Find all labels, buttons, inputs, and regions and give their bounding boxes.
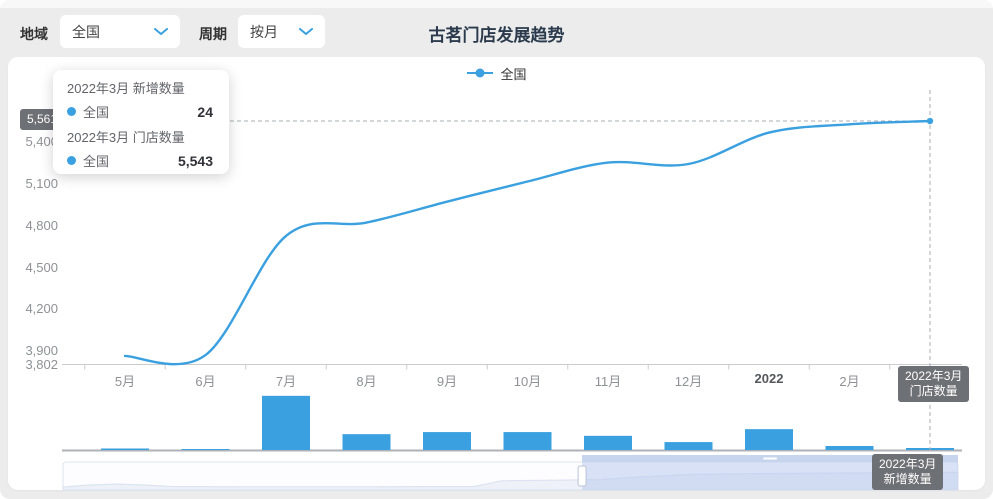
- tooltip-section1-title: 2022年3月 新增数量: [67, 81, 213, 97]
- x-axis-pointer-badge-line: 2022年3月 门店数量: [898, 366, 969, 402]
- y-axis-label: 4,800: [14, 218, 58, 233]
- legend-line-marker-icon: [466, 65, 494, 83]
- badge-line-2: 门店数量: [905, 384, 962, 399]
- x-axis-label: 12月: [657, 371, 721, 390]
- tooltip-series-name: 全国: [83, 151, 109, 170]
- y-axis-label: 4,500: [14, 260, 58, 275]
- window-chrome: [0, 0, 993, 8]
- tooltip-value-new: 24: [197, 104, 213, 120]
- page-title: 古茗门店发展趋势: [0, 21, 993, 46]
- x-axis-label: 8月: [335, 371, 399, 390]
- x-axis-label: 9月: [415, 371, 479, 390]
- y-axis-label: 3,802: [14, 357, 58, 372]
- y-axis-label: 5,100: [14, 176, 58, 191]
- x-axis-pointer-badge-bar: 2022年3月 新增数量: [872, 454, 943, 490]
- dashboard: 地域 全国 周期 按月 古茗门店发展趋势 全国 3,8023,9004,2004…: [0, 0, 993, 499]
- legend-label: 全国: [500, 64, 526, 83]
- x-axis-label: 5月: [93, 371, 157, 390]
- y-axis-label: 4,200: [14, 301, 58, 316]
- x-axis-label: 2月: [818, 371, 882, 390]
- x-axis-label: 6月: [174, 371, 238, 390]
- series-dot-icon: [67, 107, 76, 116]
- badge-line-1: 2022年3月: [879, 457, 936, 472]
- x-axis-label: 2022: [737, 371, 801, 386]
- tooltip-value-total: 5,543: [178, 153, 213, 169]
- tooltip: 2022年3月 新增数量 全国 24 2022年3月 门店数量 全国 5,543: [53, 70, 229, 174]
- badge-line-1: 2022年3月: [905, 369, 962, 384]
- y-axis-label: 3,900: [14, 343, 58, 358]
- y-axis-label: 5,400: [14, 134, 58, 149]
- x-axis-label: 11月: [576, 371, 640, 390]
- tooltip-series-name: 全国: [83, 102, 109, 121]
- tooltip-section2-title: 2022年3月 门店数量: [67, 130, 213, 146]
- x-axis-label: 10月: [496, 371, 560, 390]
- x-axis-label: 7月: [254, 371, 318, 390]
- badge-line-2: 新增数量: [879, 472, 936, 487]
- series-dot-icon: [67, 156, 76, 165]
